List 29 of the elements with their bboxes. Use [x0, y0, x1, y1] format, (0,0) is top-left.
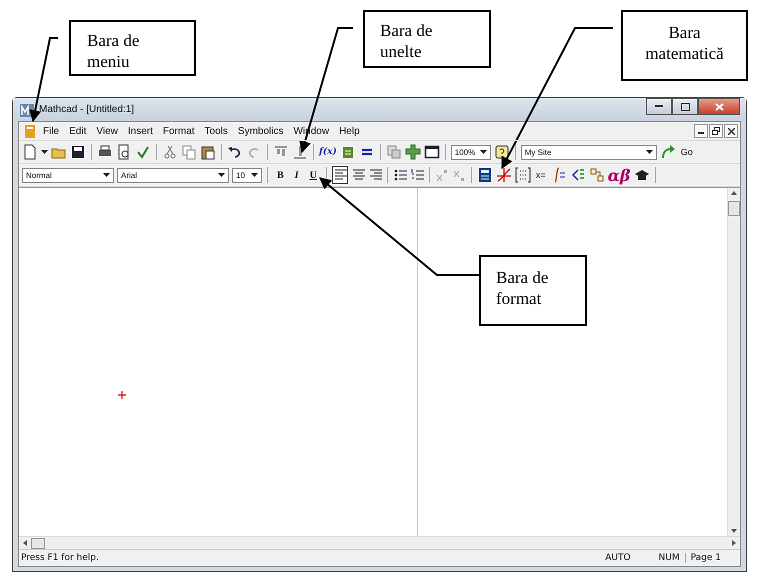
menu-item[interactable]: File	[38, 126, 64, 136]
bold-button[interactable]: B	[273, 170, 288, 180]
callout-label: Bara matematică	[621, 10, 748, 81]
greek-button[interactable]: αβ	[608, 166, 631, 184]
menu-item[interactable]: Edit	[64, 126, 92, 136]
zoom-dropdown[interactable]: 100%	[450, 144, 491, 160]
menu-item[interactable]: Format	[158, 126, 200, 136]
menu-item[interactable]: Help	[334, 126, 365, 136]
style-dropdown[interactable]: Normal	[22, 168, 114, 182]
menu-item[interactable]: Insert	[122, 126, 158, 136]
status-mode: AUTO	[604, 553, 632, 563]
italic-button[interactable]: I	[290, 170, 303, 180]
menu-item[interactable]: View	[91, 126, 123, 136]
go-button[interactable]: Go	[678, 147, 695, 157]
insert-function-button[interactable]: f(x)	[319, 147, 337, 157]
callout-label: Bara de format	[479, 255, 587, 326]
callout-label: Bara de unelte	[363, 10, 491, 68]
window-title: Mathcad - [Untitled:1]	[39, 104, 136, 115]
underline-button[interactable]: U	[306, 170, 321, 180]
menu-item[interactable]: Symbolics	[232, 126, 288, 136]
font-dropdown[interactable]: Arial	[117, 168, 229, 182]
menu-item[interactable]: Tools	[200, 126, 233, 136]
site-dropdown[interactable]: My Site	[520, 144, 657, 160]
evaluation-button[interactable]: x=	[534, 170, 548, 180]
status-num: NUM	[658, 553, 681, 563]
font-size-dropdown[interactable]: 10	[232, 168, 262, 182]
status-page: Page 1	[684, 553, 726, 563]
callout-label: Bara de meniu	[69, 20, 196, 76]
status-help-text: Press F1 for help.	[21, 553, 100, 563]
